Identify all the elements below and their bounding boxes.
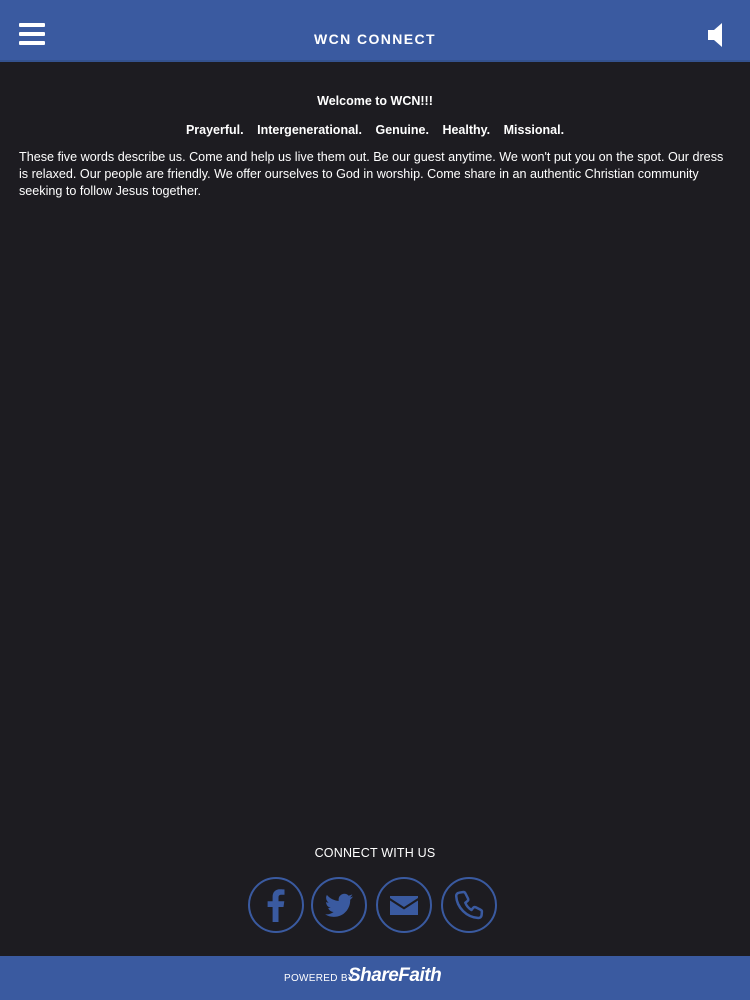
page-title: WCN CONNECT — [314, 31, 436, 47]
powered-by-label: POWERED BY — [284, 973, 355, 984]
footer-bar: POWERED BY ShareFaith — [0, 956, 750, 1000]
welcome-heading: Welcome to WCN!!! — [317, 94, 433, 108]
header-bar: WCN CONNECT — [0, 0, 750, 62]
twitter-icon[interactable] — [311, 877, 367, 933]
value-prayerful: Prayerful. — [185, 123, 244, 137]
email-icon[interactable] — [376, 877, 432, 933]
welcome-description: These five words describe us. Come and h… — [19, 150, 724, 198]
values-line: Prayerful. Intergenerational. Genuine. H… — [19, 121, 731, 139]
welcome-content: Welcome to WCN!!! Prayerful. Intergenera… — [19, 92, 731, 200]
phone-icon[interactable] — [441, 877, 497, 933]
speaker-icon[interactable] — [706, 21, 728, 49]
connect-with-us-label: CONNECT WITH US — [314, 846, 436, 860]
value-healthy: Healthy. — [442, 123, 491, 137]
sharefaith-logo[interactable]: ShareFaith — [348, 965, 442, 987]
value-intergenerational: Intergenerational. — [257, 123, 362, 137]
value-missional: Missional. — [503, 123, 565, 137]
app-screen: WCN CONNECT Welcome to WCN!!! Prayerful.… — [0, 0, 750, 1000]
facebook-icon[interactable] — [248, 877, 304, 933]
value-genuine: Genuine. — [375, 123, 429, 137]
